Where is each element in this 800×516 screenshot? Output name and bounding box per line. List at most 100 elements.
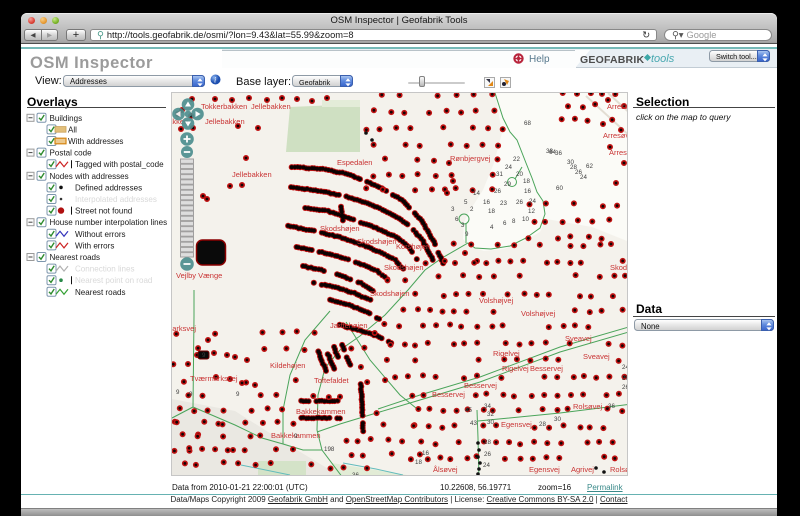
svg-text:24: 24 (483, 462, 490, 469)
svg-text:60: 60 (556, 185, 563, 192)
svg-text:Besservej: Besservej (464, 381, 497, 390)
svg-text:i: i (214, 76, 216, 85)
svg-text:24: 24 (529, 198, 536, 205)
svg-text:32: 32 (487, 411, 494, 418)
svg-text:16: 16 (483, 199, 490, 206)
svg-text:Egensvej: Egensvej (529, 465, 560, 474)
svg-text:Tagged with postal_code: Tagged with postal_code (75, 160, 164, 169)
svg-text:Skodshøjen: Skodshøjen (384, 263, 424, 272)
svg-text:12: 12 (528, 208, 535, 215)
svg-text:9: 9 (465, 231, 469, 238)
svg-text:30: 30 (487, 419, 494, 426)
svg-text:26: 26 (484, 451, 491, 458)
svg-text:Volshøjvej: Volshøjvej (521, 309, 556, 318)
svg-text:Skodshøjen: Skodshøjen (370, 289, 410, 298)
svg-text:Street not found: Street not found (75, 207, 132, 216)
svg-text:14: 14 (473, 190, 480, 197)
svg-text:Rolsøvej: Rolsøvej (573, 402, 603, 411)
svg-text:23: 23 (500, 200, 507, 207)
svg-text:Toftefaldet: Toftefaldet (314, 376, 350, 385)
svg-text:Connection lines: Connection lines (75, 265, 135, 274)
svg-text:Rigelvej: Rigelvej (493, 349, 520, 358)
svg-text:198: 198 (324, 446, 335, 453)
svg-text:Sveavej: Sveavej (565, 334, 592, 343)
svg-text:Nearest roads: Nearest roads (50, 253, 101, 262)
svg-text:Defined addresses: Defined addresses (75, 183, 142, 192)
svg-text:All: All (68, 125, 77, 134)
svg-text:26: 26 (622, 375, 627, 382)
svg-text:36: 36 (555, 150, 562, 157)
svg-text:24: 24 (580, 174, 587, 181)
svg-text:24: 24 (505, 164, 512, 171)
svg-text:Nearest roads: Nearest roads (75, 288, 126, 297)
svg-text:4: 4 (490, 224, 494, 231)
svg-text:marksvej: marksvej (172, 324, 196, 333)
svg-text:Jættehøjen: Jættehøjen (330, 321, 368, 330)
svg-text:18: 18 (523, 178, 530, 185)
svg-text:Rolsøvej: Rolsøvej (610, 465, 627, 474)
svg-text:9: 9 (236, 391, 240, 398)
svg-text:Sveavej: Sveavej (583, 352, 610, 361)
svg-text:30: 30 (554, 416, 561, 423)
svg-text:2: 2 (470, 206, 474, 213)
svg-text:18: 18 (415, 459, 422, 466)
svg-text:29: 29 (504, 181, 511, 188)
svg-text:6: 6 (503, 220, 507, 227)
svg-text:20: 20 (516, 171, 523, 178)
svg-text:Arresøvej: Arresøvej (603, 131, 627, 140)
svg-text:9: 9 (294, 433, 298, 440)
svg-text:6: 6 (455, 216, 459, 223)
svg-text:36: 36 (352, 472, 359, 475)
svg-text:Korshøjen: Korshøjen (396, 242, 430, 251)
svg-text:Arresøvej: Arresøvej (607, 102, 627, 111)
svg-text:With addresses: With addresses (68, 137, 123, 146)
svg-text:3: 3 (451, 206, 455, 213)
svg-text:9: 9 (202, 352, 206, 359)
svg-text:34: 34 (484, 403, 491, 410)
svg-text:62: 62 (586, 163, 593, 170)
svg-text:Egensvej: Egensvej (501, 420, 532, 429)
svg-text:Agrivej: Agrivej (571, 465, 594, 474)
svg-text:Ålsøvej: Ålsøvej (433, 465, 458, 474)
svg-text:8: 8 (512, 218, 516, 225)
svg-text:Skodshøjen: Skodshøjen (357, 237, 397, 246)
svg-text:22: 22 (513, 156, 520, 163)
svg-text:Espedalen: Espedalen (337, 158, 372, 167)
svg-text:Tværmarksvej: Tværmarksvej (190, 374, 238, 383)
svg-text:Nodes with addresses: Nodes with addresses (50, 172, 129, 181)
svg-text:Skodshøjen: Skodshøjen (320, 224, 360, 233)
svg-text:43: 43 (470, 420, 477, 427)
svg-text:28: 28 (539, 421, 546, 428)
svg-text:26: 26 (622, 384, 627, 391)
svg-text:Tokkerbakken: Tokkerbakken (201, 102, 247, 111)
svg-text:26: 26 (516, 199, 523, 206)
svg-text:16: 16 (422, 450, 429, 457)
svg-text:Besservej: Besservej (530, 364, 563, 373)
svg-text:28: 28 (484, 439, 491, 446)
svg-text:38: 38 (546, 148, 553, 155)
svg-text:Jellebakken: Jellebakken (251, 102, 291, 111)
svg-text:Buildings: Buildings (50, 114, 83, 123)
svg-text:Arresøve: Arresøve (609, 148, 627, 157)
svg-text:36: 36 (608, 403, 615, 410)
svg-text:Rønbjergvej: Rønbjergvej (450, 154, 491, 163)
svg-text:Vejlby Vænge: Vejlby Vænge (176, 271, 222, 280)
svg-text:16: 16 (524, 188, 531, 195)
svg-text:Jellebakken: Jellebakken (232, 170, 272, 179)
svg-text:24: 24 (622, 364, 627, 371)
svg-text:3: 3 (461, 222, 465, 229)
svg-text:With errors: With errors (75, 241, 114, 250)
svg-text:Interpolated addresses: Interpolated addresses (75, 195, 157, 204)
svg-text:9: 9 (176, 389, 180, 396)
svg-text:Nearest point on road: Nearest point on road (75, 276, 152, 285)
svg-text:Besservej: Besservej (432, 390, 465, 399)
svg-text:26: 26 (494, 188, 501, 195)
svg-text:18: 18 (488, 208, 495, 215)
svg-text:Skodsh: Skodsh (610, 263, 627, 272)
svg-text:Postal code: Postal code (50, 149, 93, 158)
svg-text:31: 31 (496, 171, 503, 178)
svg-text:5: 5 (464, 199, 468, 206)
svg-text:9: 9 (189, 391, 193, 398)
svg-text:Bakkekammen: Bakkekammen (296, 407, 346, 416)
svg-text:Kildehøjen: Kildehøjen (270, 361, 305, 370)
